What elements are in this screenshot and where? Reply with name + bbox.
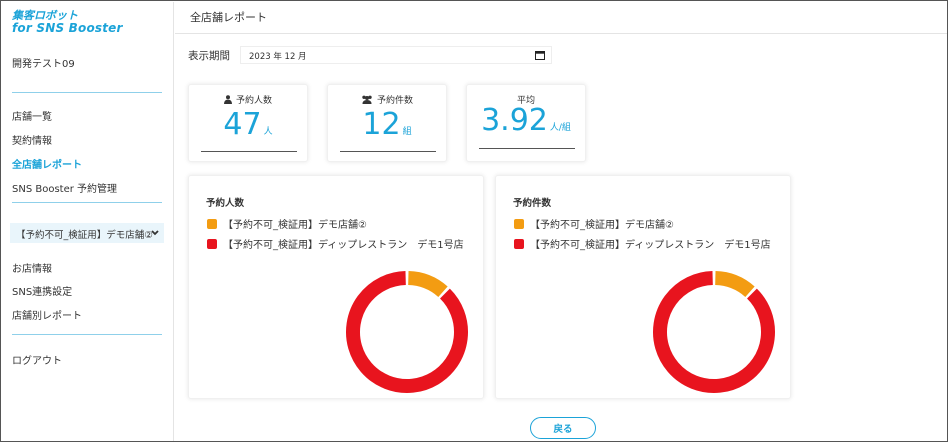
sidebar-item-all-store-report[interactable]: 全店舗レポート <box>12 156 82 171</box>
stat-underline <box>201 151 297 152</box>
stat-card-average: 平均 3.92 人/組 <box>466 84 586 162</box>
stat-value: 12 組 <box>328 107 446 142</box>
legend-swatch <box>514 239 524 249</box>
sidebar-item-store-list[interactable]: 店舗一覧 <box>12 108 52 123</box>
sidebar-divider <box>12 334 162 335</box>
chart-card-people: 予約人数 【予約不可_検証用】デモ店舗② 【予約不可_検証用】ディップレストラン… <box>188 175 484 399</box>
chart-title: 予約件数 <box>513 198 552 209</box>
stat-card-people: 予約人数 47 人 <box>188 84 308 162</box>
legend-label: 【予約不可_検証用】ディップレストラン デモ1号店 <box>223 240 464 251</box>
stat-label: 予約人数 <box>235 96 272 106</box>
legend-item[interactable]: 【予約不可_検証用】ディップレストラン デモ1号店 <box>514 236 771 251</box>
stat-card-bookings: 予約件数 12 組 <box>327 84 447 162</box>
legend-swatch <box>207 219 217 229</box>
main-content: 全店舗レポート 表示期間 2023 年 12 月 予約人数 47人 予約件数 <box>175 2 947 441</box>
period-value: 2023 年 12 月 <box>249 52 307 62</box>
legend-item[interactable]: 【予約不可_検証用】ディップレストラン デモ1号店 <box>207 236 464 251</box>
sidebar-divider <box>12 92 162 93</box>
sidebar: 集客ロボット for SNS Booster 開発テスト09 店舗一覧 契約情報… <box>2 2 174 441</box>
stat-label: 予約件数 <box>376 96 413 106</box>
account-name: 開発テスト09 <box>12 59 75 70</box>
stat-head: 予約人数 <box>189 93 307 106</box>
donut-chart <box>653 271 775 393</box>
stat-head: 予約件数 <box>328 93 446 106</box>
page-title: 全店舗レポート <box>190 11 267 24</box>
sidebar-divider <box>12 202 162 203</box>
logout-link[interactable]: ログアウト <box>12 352 62 367</box>
app-window: 集客ロボット for SNS Booster 開発テスト09 店舗一覧 契約情報… <box>0 0 948 442</box>
stat-unit: 人 <box>263 127 273 137</box>
chart-card-bookings: 予約件数 【予約不可_検証用】デモ店舗② 【予約不可_検証用】ディップレストラン… <box>495 175 791 399</box>
stat-value: 47 人 <box>189 107 307 142</box>
legend-label: 【予約不可_検証用】デモ店舗② <box>530 220 674 231</box>
legend-item[interactable]: 【予約不可_検証用】デモ店舗② <box>207 216 367 231</box>
donut-slice[interactable] <box>407 271 448 298</box>
sidebar-item-store-report[interactable]: 店舗別レポート <box>12 307 82 322</box>
donut-slice[interactable] <box>346 271 468 393</box>
stat-unit: 人/組 <box>549 123 571 133</box>
stat-number: 12 <box>362 107 401 142</box>
calendar-icon[interactable] <box>535 50 545 60</box>
chart-title: 予約人数 <box>206 198 245 209</box>
store-select[interactable]: 【予約不可_検証用】デモ店舗② <box>10 223 164 243</box>
legend-swatch <box>207 239 217 249</box>
stat-underline <box>479 148 575 149</box>
app-logo[interactable]: 集客ロボット for SNS Booster <box>12 10 123 34</box>
period-label: 表示期間 <box>188 50 230 62</box>
logo-line-2: for SNS Booster <box>12 21 123 35</box>
stat-value: 3.92 人/組 <box>467 103 585 138</box>
group-icon <box>362 95 372 104</box>
sidebar-item-booking-management[interactable]: SNS Booster 予約管理 <box>12 180 117 195</box>
donut-slice[interactable] <box>714 271 755 298</box>
donut-chart <box>346 271 468 393</box>
stat-unit: 組 <box>402 127 412 137</box>
logo-line-1: 集客ロボット <box>12 9 78 22</box>
stat-number: 3.92 <box>481 103 548 138</box>
store-select-value: 【予約不可_検証用】デモ店舗② <box>16 230 153 241</box>
legend-label: 【予約不可_検証用】ディップレストラン デモ1号店 <box>530 240 771 251</box>
legend-item[interactable]: 【予約不可_検証用】デモ店舗② <box>514 216 674 231</box>
legend-swatch <box>514 219 524 229</box>
sidebar-item-store-info[interactable]: お店情報 <box>12 260 52 275</box>
sidebar-item-sns-settings[interactable]: SNS連携設定 <box>12 283 72 298</box>
stat-underline <box>340 151 436 152</box>
donut-slice[interactable] <box>653 271 775 393</box>
sidebar-item-contract[interactable]: 契約情報 <box>12 132 52 147</box>
person-icon <box>223 95 232 104</box>
period-month-input[interactable]: 2023 年 12 月 <box>240 46 552 64</box>
page-header: 全店舗レポート <box>175 2 947 34</box>
stat-number: 47 <box>223 107 262 142</box>
back-button[interactable]: 戻る <box>530 417 596 439</box>
legend-label: 【予約不可_検証用】デモ店舗② <box>223 220 367 231</box>
chevron-down-icon <box>150 225 160 244</box>
